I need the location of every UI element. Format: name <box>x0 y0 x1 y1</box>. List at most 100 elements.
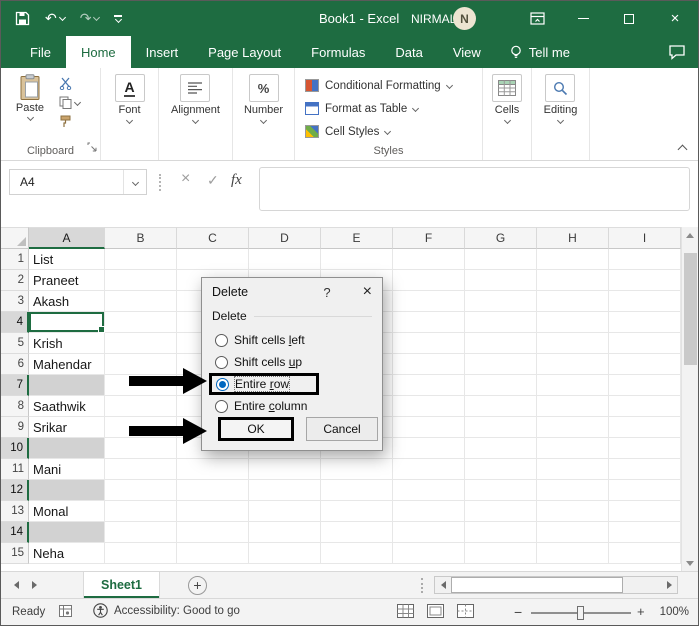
cell-G12[interactable] <box>465 480 537 501</box>
redo-icon[interactable]: ↷ <box>80 10 100 27</box>
cell-G11[interactable] <box>465 459 537 480</box>
cell-H6[interactable] <box>537 354 609 375</box>
row-header-8[interactable]: 8 <box>1 396 29 417</box>
radio-option-shift-cells-up[interactable]: Shift cells up <box>215 354 372 370</box>
column-header-A[interactable]: A <box>29 227 105 249</box>
paste-dropdown-icon[interactable] <box>26 114 33 121</box>
undo-icon[interactable]: ↶ <box>45 10 65 27</box>
cell-A4[interactable] <box>29 312 105 333</box>
page-layout-view-icon[interactable] <box>427 604 444 621</box>
row-header-10[interactable]: 10 <box>1 438 29 459</box>
cell-C14[interactable] <box>177 522 249 543</box>
row-header-7[interactable]: 7 <box>1 375 29 396</box>
cell-A15[interactable]: Neha <box>29 543 105 564</box>
vertical-scroll-thumb[interactable] <box>684 253 697 365</box>
horizontal-scrollbar[interactable] <box>434 576 678 594</box>
row-header-12[interactable]: 12 <box>1 480 29 501</box>
column-header-D[interactable]: D <box>249 227 321 249</box>
row-header-4[interactable]: 4 <box>1 312 29 333</box>
tab-insert[interactable]: Insert <box>131 36 194 68</box>
radio-shift-cells-up[interactable] <box>215 356 228 369</box>
cells-dropdown-icon[interactable] <box>503 117 510 124</box>
cell-C1[interactable] <box>177 249 249 270</box>
cell-I10[interactable] <box>609 438 681 459</box>
radio-option-entire-column[interactable]: Entire column <box>215 398 372 414</box>
radio-entire-column[interactable] <box>215 400 228 413</box>
cell-I8[interactable] <box>609 396 681 417</box>
zoom-out-icon[interactable]: − <box>514 604 522 620</box>
new-sheet-button[interactable]: + <box>188 576 207 595</box>
cell-A13[interactable]: Monal <box>29 501 105 522</box>
radio-shift-cells-left[interactable] <box>215 334 228 347</box>
number-dropdown-icon[interactable] <box>260 117 267 124</box>
page-break-view-icon[interactable] <box>457 604 474 621</box>
cell-F7[interactable] <box>393 375 465 396</box>
cell-I5[interactable] <box>609 333 681 354</box>
previous-sheet-icon[interactable] <box>14 581 19 589</box>
cell-D11[interactable] <box>249 459 321 480</box>
name-box[interactable]: A4 <box>9 169 147 195</box>
redo-dropdown-icon[interactable] <box>93 14 100 21</box>
styles-button-conditional-formatting[interactable]: Conditional Formatting <box>305 76 452 95</box>
cut-icon[interactable] <box>59 77 80 90</box>
cell-C13[interactable] <box>177 501 249 522</box>
cell-H1[interactable] <box>537 249 609 270</box>
cell-I13[interactable] <box>609 501 681 522</box>
minimize-button[interactable] <box>560 1 606 36</box>
zoom-in-icon[interactable]: + <box>637 604 645 619</box>
editing-dropdown-icon[interactable] <box>557 117 564 124</box>
cell-G7[interactable] <box>465 375 537 396</box>
cell-D12[interactable] <box>249 480 321 501</box>
cell-F9[interactable] <box>393 417 465 438</box>
next-sheet-icon[interactable] <box>32 581 37 589</box>
tab-file[interactable]: File <box>15 36 66 68</box>
cell-F1[interactable] <box>393 249 465 270</box>
cell-E14[interactable] <box>321 522 393 543</box>
font-button[interactable]: A Font <box>115 74 145 123</box>
styles-button-format-as-table[interactable]: Format as Table <box>305 99 418 118</box>
cell-G6[interactable] <box>465 354 537 375</box>
horizontal-scroll-thumb[interactable] <box>451 577 623 593</box>
cell-C12[interactable] <box>177 480 249 501</box>
row-header-11[interactable]: 11 <box>1 459 29 480</box>
cell-H8[interactable] <box>537 396 609 417</box>
conditional-formatting-dropdown-icon[interactable] <box>446 82 453 89</box>
cell-H5[interactable] <box>537 333 609 354</box>
number-button[interactable]: % Number <box>244 74 283 123</box>
cell-A11[interactable]: Mani <box>29 459 105 480</box>
radio-option-entire-row[interactable]: Entire row <box>209 373 319 395</box>
cancel-button[interactable]: Cancel <box>306 417 378 441</box>
cell-G5[interactable] <box>465 333 537 354</box>
cell-E11[interactable] <box>321 459 393 480</box>
formula-cancel-icon[interactable]: × <box>181 170 190 188</box>
row-header-2[interactable]: 2 <box>1 270 29 291</box>
cell-E12[interactable] <box>321 480 393 501</box>
cell-H7[interactable] <box>537 375 609 396</box>
cell-I9[interactable] <box>609 417 681 438</box>
cell-I3[interactable] <box>609 291 681 312</box>
cell-I2[interactable] <box>609 270 681 291</box>
cell-B1[interactable] <box>105 249 177 270</box>
cell-D1[interactable] <box>249 249 321 270</box>
cell-I11[interactable] <box>609 459 681 480</box>
cell-I15[interactable] <box>609 543 681 564</box>
cell-H2[interactable] <box>537 270 609 291</box>
column-header-G[interactable]: G <box>465 227 537 249</box>
column-header-F[interactable]: F <box>393 227 465 249</box>
cell-H10[interactable] <box>537 438 609 459</box>
macro-record-icon[interactable] <box>59 605 72 620</box>
paste-button[interactable]: Paste <box>9 74 51 128</box>
cell-styles-dropdown-icon[interactable] <box>384 128 391 135</box>
accessibility-status[interactable]: Accessibility: Good to go <box>93 603 240 618</box>
cell-E1[interactable] <box>321 249 393 270</box>
cell-B15[interactable] <box>105 543 177 564</box>
tab-page-layout[interactable]: Page Layout <box>193 36 296 68</box>
row-header-6[interactable]: 6 <box>1 354 29 375</box>
radio-option-shift-cells-left[interactable]: Shift cells left <box>215 332 372 348</box>
cell-C15[interactable] <box>177 543 249 564</box>
cell-I7[interactable] <box>609 375 681 396</box>
cell-B4[interactable] <box>105 312 177 333</box>
cell-I4[interactable] <box>609 312 681 333</box>
row-header-3[interactable]: 3 <box>1 291 29 312</box>
cell-A7[interactable] <box>29 375 105 396</box>
